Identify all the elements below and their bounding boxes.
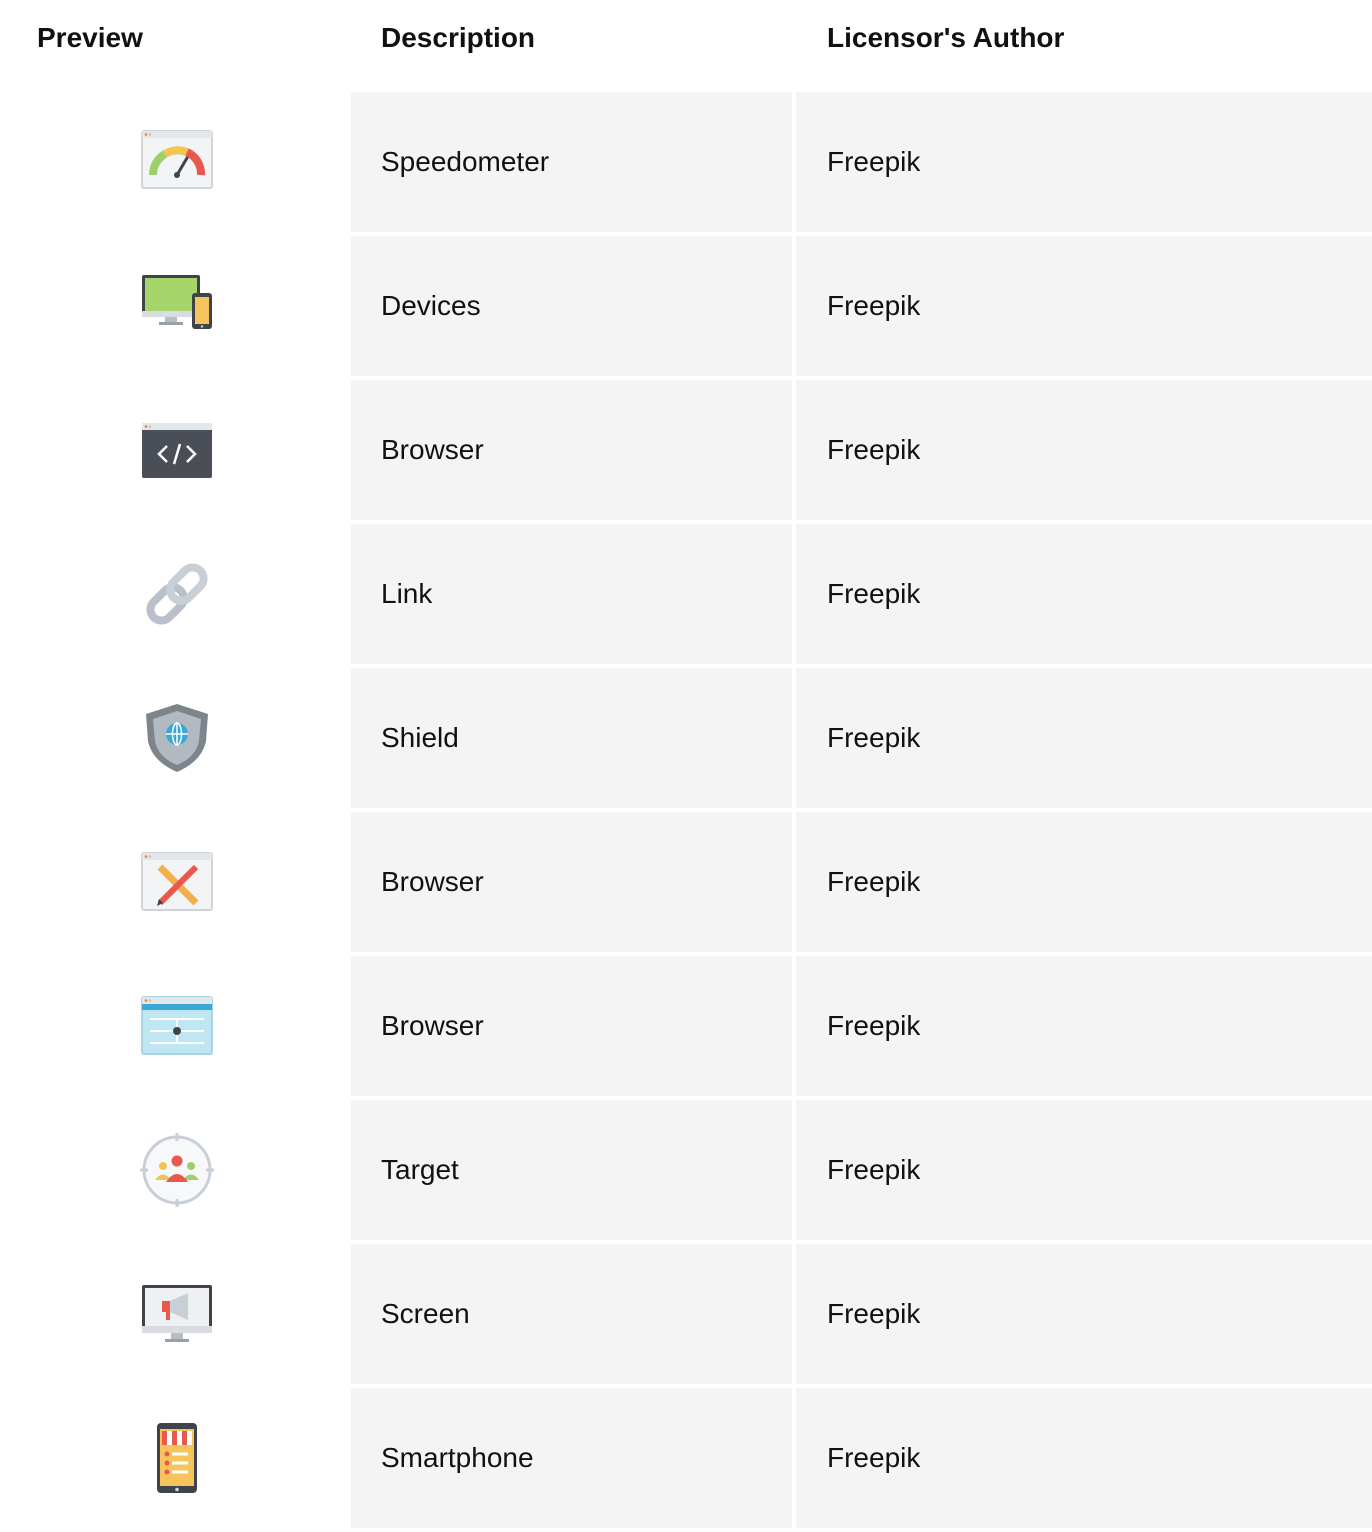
link-icon <box>140 557 214 631</box>
speedometer-icon <box>140 125 214 199</box>
description-text: Target <box>381 1154 459 1185</box>
author-cell: Freepik <box>796 524 1372 664</box>
devices-icon <box>140 269 214 343</box>
description-text: Browser <box>381 434 484 465</box>
description-cell: Screen <box>351 1244 792 1384</box>
author-text: Freepik <box>827 1154 921 1185</box>
description-cell: Link <box>351 524 792 664</box>
author-text: Freepik <box>827 146 921 177</box>
sitemap-browser-icon <box>140 989 214 1063</box>
description-cell: Target <box>351 1100 792 1240</box>
author-text: Freepik <box>827 722 921 753</box>
table-row: Browser Freepik <box>0 380 1372 520</box>
table-row: Browser Freepik <box>0 956 1372 1096</box>
author-text: Freepik <box>827 1442 921 1473</box>
author-text: Freepik <box>827 1010 921 1041</box>
author-cell: Freepik <box>796 956 1372 1096</box>
author-cell: Freepik <box>796 1388 1372 1528</box>
code-browser-icon <box>140 413 214 487</box>
description-text: Speedometer <box>381 146 550 177</box>
description-text: Smartphone <box>381 1442 534 1473</box>
author-cell: Freepik <box>796 92 1372 232</box>
table-row: Target Freepik <box>0 1100 1372 1240</box>
description-text: Browser <box>381 866 484 897</box>
preview-cell <box>0 236 351 376</box>
preview-cell <box>0 380 351 520</box>
description-text: Screen <box>381 1298 470 1329</box>
author-cell: Freepik <box>796 380 1372 520</box>
shield-icon <box>140 701 214 775</box>
preview-cell <box>0 1388 351 1528</box>
description-cell: Shield <box>351 668 792 808</box>
author-cell: Freepik <box>796 812 1372 952</box>
description-cell: Browser <box>351 380 792 520</box>
description-cell: Browser <box>351 956 792 1096</box>
table-row: Devices Freepik <box>0 236 1372 376</box>
author-text: Freepik <box>827 290 921 321</box>
author-cell: Freepik <box>796 1100 1372 1240</box>
preview-cell <box>0 524 351 664</box>
header-author: Licensor's Author <box>827 22 1065 53</box>
preview-cell <box>0 92 351 232</box>
table-row: Shield Freepik <box>0 668 1372 808</box>
header-preview: Preview <box>37 22 143 53</box>
table-row: Smartphone Freepik <box>0 1388 1372 1528</box>
table-body: Speedometer Freepik Devices Freepik Brow… <box>0 92 1372 1532</box>
table-row: Link Freepik <box>0 524 1372 664</box>
smartphone-shop-icon <box>140 1421 214 1495</box>
description-cell: Devices <box>351 236 792 376</box>
preview-cell <box>0 956 351 1096</box>
description-cell: Smartphone <box>351 1388 792 1528</box>
preview-cell <box>0 812 351 952</box>
table-row: Screen Freepik <box>0 1244 1372 1384</box>
table-row: Speedometer Freepik <box>0 92 1372 232</box>
description-cell: Browser <box>351 812 792 952</box>
preview-cell <box>0 1100 351 1240</box>
description-text: Browser <box>381 1010 484 1041</box>
author-text: Freepik <box>827 866 921 897</box>
table-row: Browser Freepik <box>0 812 1372 952</box>
author-cell: Freepik <box>796 236 1372 376</box>
target-audience-icon <box>140 1133 214 1207</box>
author-text: Freepik <box>827 1298 921 1329</box>
design-browser-icon <box>140 845 214 919</box>
author-text: Freepik <box>827 578 921 609</box>
author-text: Freepik <box>827 434 921 465</box>
table-header: Preview Description Licensor's Author <box>0 0 1372 92</box>
description-text: Shield <box>381 722 459 753</box>
preview-cell <box>0 1244 351 1384</box>
description-text: Devices <box>381 290 481 321</box>
header-description: Description <box>381 22 536 53</box>
description-text: Link <box>381 578 433 609</box>
preview-cell <box>0 668 351 808</box>
author-cell: Freepik <box>796 668 1372 808</box>
description-cell: Speedometer <box>351 92 792 232</box>
author-cell: Freepik <box>796 1244 1372 1384</box>
screen-megaphone-icon <box>140 1277 214 1351</box>
